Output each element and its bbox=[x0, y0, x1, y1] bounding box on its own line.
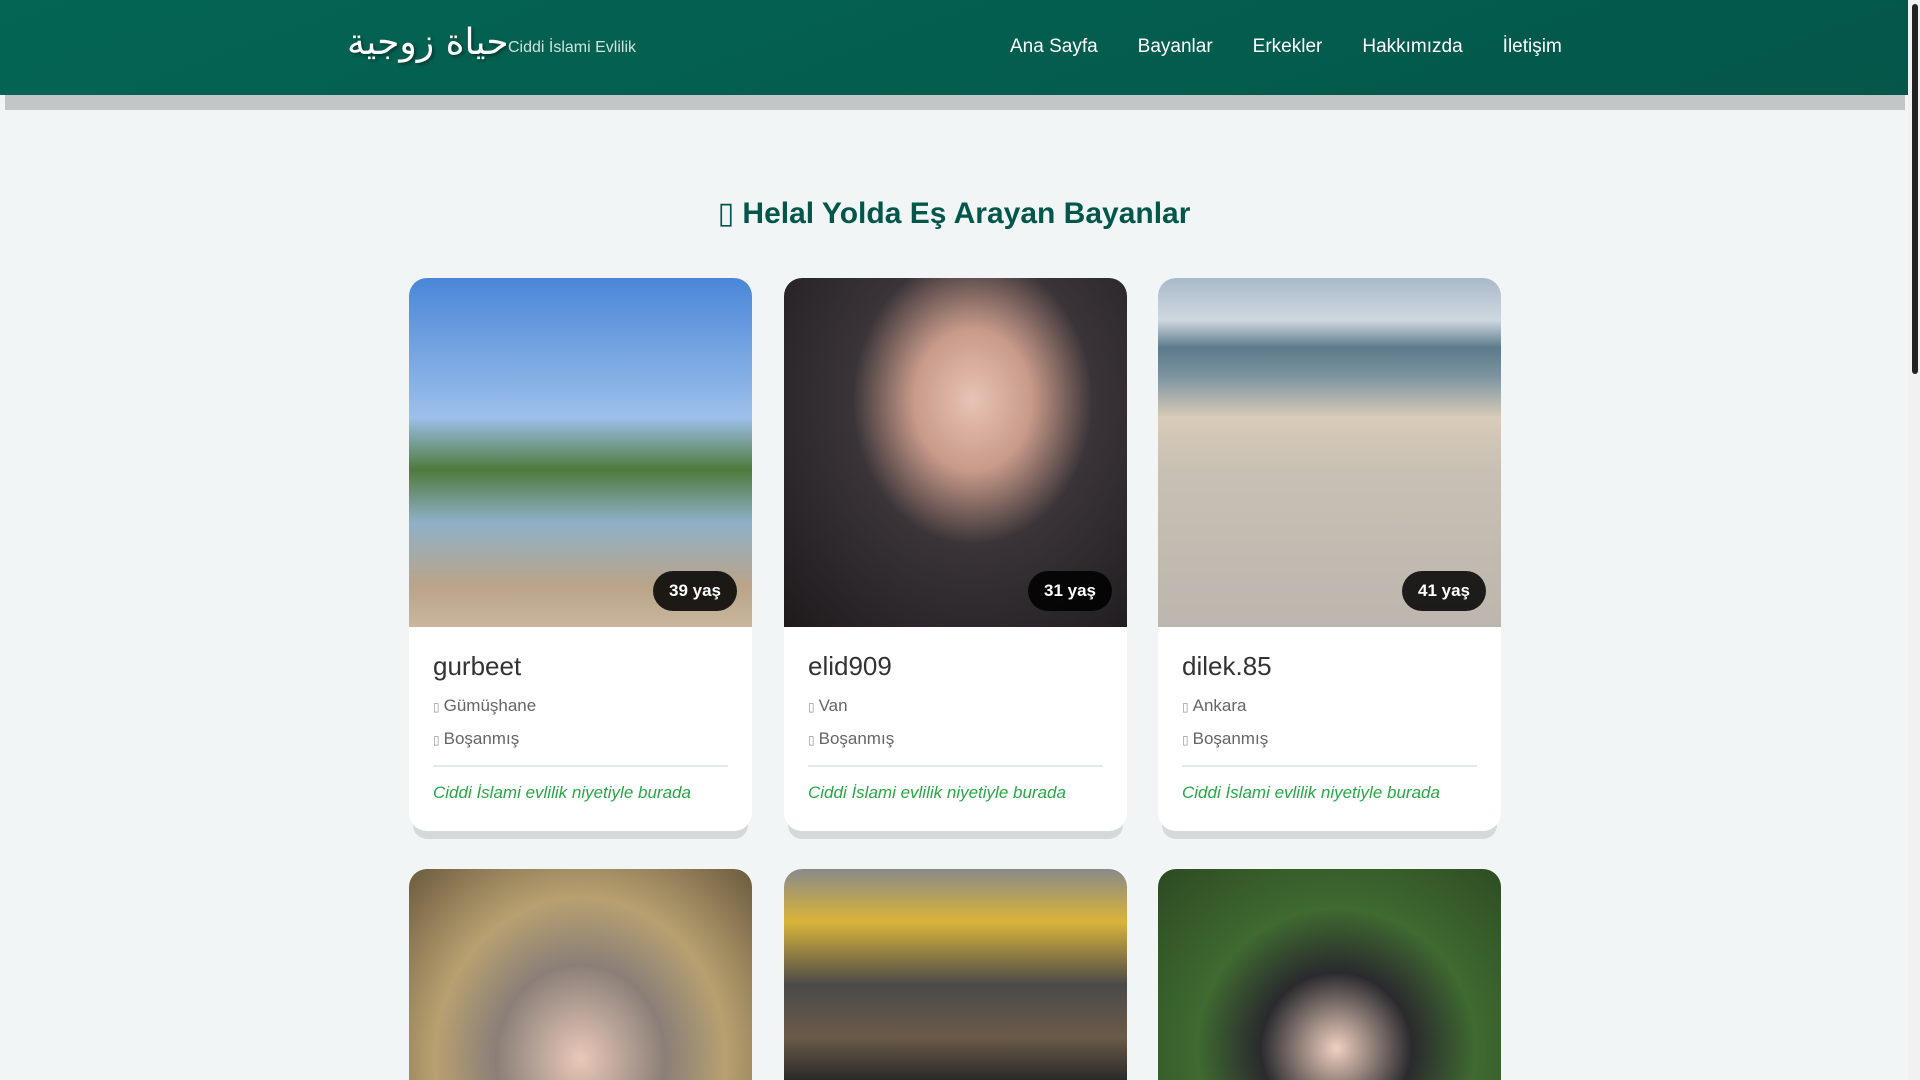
section-title-text: Helal Yolda Eş Arayan Bayanlar bbox=[742, 197, 1191, 230]
profile-status: Boşanmış bbox=[818, 729, 895, 748]
profile-name[interactable]: elid909 bbox=[808, 651, 1103, 682]
site-header: حياة زوجية Ciddi İslami Evlilik Ana Sayf… bbox=[0, 0, 1908, 95]
profile-photo[interactable] bbox=[1158, 869, 1501, 1080]
profile-card[interactable]: 31 yaş elid909 ▯ Van ▯ Boşanmış Ciddi İsla… bbox=[784, 278, 1127, 831]
profile-card[interactable] bbox=[784, 869, 1127, 1080]
profile-card[interactable] bbox=[1158, 869, 1501, 1080]
nav-men[interactable]: Erkekler bbox=[1253, 36, 1323, 58]
nav-women[interactable]: Bayanlar bbox=[1138, 36, 1213, 58]
profile-card[interactable]: 39 yaş gurbeet ▯ Gümüşhane ▯ Boşanmış Cidd… bbox=[409, 278, 752, 831]
profile-note: Ciddi İslami evlilik niyetiyle burada bbox=[433, 765, 728, 831]
profile-city: Van bbox=[818, 696, 848, 715]
site-tagline: Ciddi İslami Evlilik bbox=[508, 39, 637, 56]
profile-note: Ciddi İslami evlilik niyetiyle burada bbox=[808, 765, 1103, 831]
site-logo[interactable]: حياة زوجية bbox=[347, 22, 509, 63]
age-badge: 31 yaş bbox=[1028, 571, 1112, 611]
female-icon: ▯ bbox=[717, 197, 735, 230]
profile-name[interactable]: gurbeet bbox=[433, 651, 728, 682]
profile-photo[interactable] bbox=[784, 869, 1127, 1080]
profile-card[interactable]: 41 yaş dilek.85 ▯ Ankara ▯ Boşanmış Ciddi … bbox=[1158, 278, 1501, 831]
profile-status: Boşanmış bbox=[443, 729, 520, 748]
location-icon: ▯ bbox=[808, 700, 815, 714]
header-divider bbox=[5, 95, 1905, 110]
scrollbar-thumb[interactable] bbox=[1912, 4, 1918, 374]
profile-name[interactable]: dilek.85 bbox=[1182, 651, 1477, 682]
nav-home[interactable]: Ana Sayfa bbox=[1010, 36, 1098, 58]
profile-photo[interactable]: 31 yaş bbox=[784, 278, 1127, 627]
profile-city: Ankara bbox=[1192, 696, 1247, 715]
marital-status-icon: ▯ bbox=[1182, 733, 1189, 747]
profile-photo[interactable] bbox=[409, 869, 752, 1080]
scrollbar[interactable] bbox=[1908, 0, 1920, 1080]
section-title: ▯ Helal Yolda Eş Arayan Bayanlar bbox=[0, 196, 1908, 231]
age-badge: 41 yaş bbox=[1402, 571, 1486, 611]
location-icon: ▯ bbox=[1182, 700, 1189, 714]
profile-city: Gümüşhane bbox=[443, 696, 537, 715]
nav-contact[interactable]: İletişim bbox=[1503, 36, 1562, 58]
marital-status-icon: ▯ bbox=[433, 733, 440, 747]
age-badge: 39 yaş bbox=[653, 571, 737, 611]
main-nav: Ana Sayfa Bayanlar Erkekler Hakkımızda İ… bbox=[1010, 36, 1562, 58]
location-icon: ▯ bbox=[433, 700, 440, 714]
profile-status: Boşanmış bbox=[1192, 729, 1269, 748]
nav-about[interactable]: Hakkımızda bbox=[1362, 36, 1462, 58]
profile-card[interactable] bbox=[409, 869, 752, 1080]
profile-photo[interactable]: 41 yaş bbox=[1158, 278, 1501, 627]
marital-status-icon: ▯ bbox=[808, 733, 815, 747]
profile-photo[interactable]: 39 yaş bbox=[409, 278, 752, 627]
profile-note: Ciddi İslami evlilik niyetiyle burada bbox=[1182, 765, 1477, 831]
